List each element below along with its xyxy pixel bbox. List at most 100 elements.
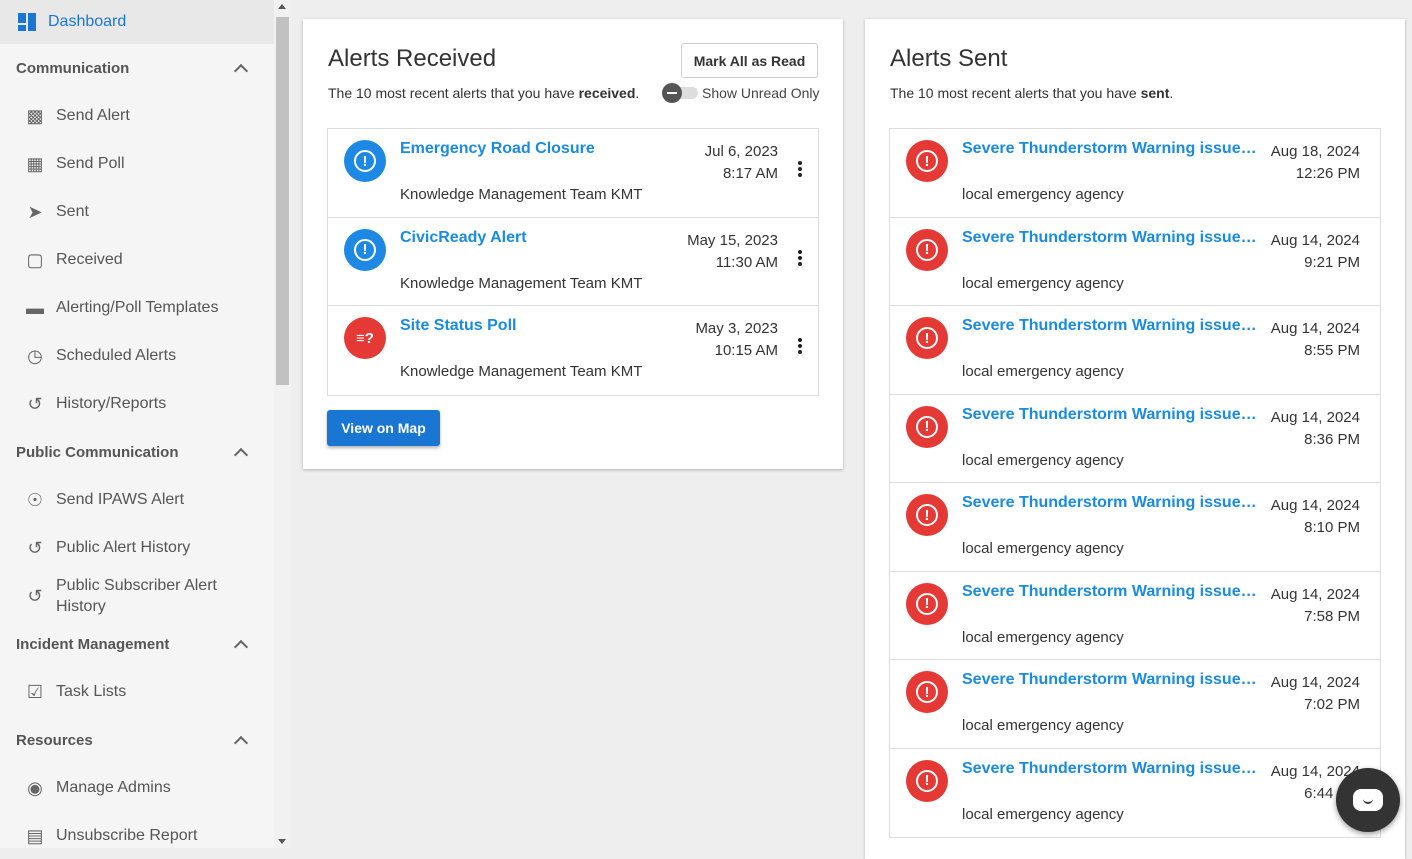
section-title: Communication bbox=[16, 59, 130, 77]
sidebar-item-history-reports[interactable]: ↺ History/Reports bbox=[0, 380, 274, 428]
sidebar-item-label: Sent bbox=[56, 203, 89, 220]
chevron-up-icon[interactable] bbox=[233, 639, 249, 654]
chat-icon bbox=[1353, 789, 1383, 811]
alert-sender: local emergency agency bbox=[962, 628, 1124, 646]
sidebar-item-sent[interactable]: ➤ Sent bbox=[0, 188, 274, 236]
alert-icon: ! bbox=[906, 140, 948, 182]
alert-timestamp: Aug 14, 2024 7:02 PM bbox=[1270, 674, 1360, 713]
show-unread-toggle[interactable]: Show Unread Only bbox=[662, 83, 820, 103]
alert-title-link[interactable]: Severe Thunderstorm Warning issued Augus… bbox=[962, 760, 1260, 778]
sidebar-item-task-lists[interactable]: ☑ Task Lists bbox=[0, 668, 274, 716]
chevron-up-icon[interactable] bbox=[233, 735, 249, 750]
chat-button[interactable] bbox=[1336, 768, 1400, 832]
sidebar-item-label: History/Reports bbox=[56, 395, 167, 412]
alerts-sent-card: Alerts Sent The 10 most recent alerts th… bbox=[865, 19, 1405, 859]
alert-title-link[interactable]: Emergency Road Closure bbox=[400, 140, 640, 158]
sent-alerts-list: ! Severe Thunderstorm Warning issued Augu… bbox=[889, 128, 1381, 838]
alert-title-link[interactable]: Severe Thunderstorm Warning issued Augus… bbox=[962, 671, 1260, 689]
sidebar-item-unsubscribe-report[interactable]: ▤ Unsubscribe Report bbox=[0, 812, 274, 848]
sidebar-item-public-alert-history[interactable]: ↺ Public Alert History bbox=[0, 524, 274, 572]
alert-title-link[interactable]: Severe Thunderstorm Warning issued Augus… bbox=[962, 229, 1260, 247]
inbox-icon: ▢ bbox=[26, 249, 44, 270]
alert-icon: ! bbox=[344, 228, 386, 271]
sidebar-item-label: Alerting/Poll Templates bbox=[56, 299, 219, 316]
scroll-down-arrow-icon[interactable] bbox=[278, 839, 286, 844]
alerts-received-title: Alerts Received bbox=[328, 45, 497, 72]
sidebar-item-send-alert[interactable]: ▩ Send Alert bbox=[0, 92, 274, 140]
received-alert-row[interactable]: ! Emergency Road Closure Jul 6, 2023 8:17 A… bbox=[328, 129, 818, 218]
alert-title-link[interactable]: Site Status Poll bbox=[400, 317, 640, 335]
more-options-icon[interactable] bbox=[798, 338, 802, 354]
alert-timestamp: May 3, 2023 10:15 AM bbox=[695, 320, 778, 359]
alerts-received-subtitle: The 10 most recent alerts that you have … bbox=[328, 85, 640, 101]
bar-chart-icon: ▦ bbox=[26, 153, 44, 174]
view-on-map-button[interactable]: View on Map bbox=[327, 410, 440, 446]
more-options-icon[interactable] bbox=[798, 161, 802, 177]
sidebar-item-scheduled-alerts[interactable]: ◷ Scheduled Alerts bbox=[0, 332, 274, 380]
alerts-sent-subtitle: The 10 most recent alerts that you have … bbox=[890, 85, 1174, 101]
sidebar-item-send-ipaws-alert[interactable]: ☉ Send IPAWS Alert bbox=[0, 476, 274, 524]
sent-alert-row[interactable]: ! Severe Thunderstorm Warning issued Augu… bbox=[890, 218, 1380, 306]
alert-title-link[interactable]: Severe Thunderstorm Warning issued Augus… bbox=[962, 317, 1260, 335]
toggle-switch[interactable] bbox=[662, 83, 698, 103]
sidebar-scrollbar[interactable] bbox=[274, 0, 291, 848]
chevron-up-icon[interactable] bbox=[233, 63, 249, 78]
alerts-sent-title: Alerts Sent bbox=[890, 45, 1008, 72]
alert-message-icon: ▩ bbox=[26, 105, 44, 126]
sent-alert-row[interactable]: ! Severe Thunderstorm Warning issued Augu… bbox=[890, 749, 1380, 838]
alert-timestamp: Aug 14, 2024 8:10 PM bbox=[1270, 497, 1360, 536]
alert-title-link[interactable]: Severe Thunderstorm Warning issued Augus… bbox=[962, 406, 1260, 424]
broadcast-icon: ☉ bbox=[26, 489, 44, 510]
sidebar-item-label: Send IPAWS Alert bbox=[56, 491, 185, 508]
sidebar-item-label: Public Subscriber Alert History bbox=[56, 577, 217, 615]
alert-sender: local emergency agency bbox=[962, 540, 1124, 557]
sidebar-section-header[interactable]: Public Communication bbox=[0, 428, 274, 476]
sent-alert-row[interactable]: ! Severe Thunderstorm Warning issued Augu… bbox=[890, 660, 1380, 749]
sidebar-item-received[interactable]: ▢ Received bbox=[0, 236, 274, 284]
sidebar-item-label: Unsubscribe Report bbox=[56, 827, 198, 844]
scroll-up-arrow-icon[interactable] bbox=[278, 4, 286, 9]
dashboard-icon bbox=[18, 13, 36, 31]
sidebar-item-manage-admins[interactable]: ◉ Manage Admins bbox=[0, 764, 274, 812]
alert-sender: Knowledge Management Team KMT bbox=[400, 274, 643, 292]
received-alerts-list: ! Emergency Road Closure Jul 6, 2023 8:17 A… bbox=[327, 128, 819, 396]
more-options-icon[interactable] bbox=[798, 249, 802, 266]
section-title: Incident Management bbox=[16, 635, 170, 653]
clock-icon: ◷ bbox=[27, 345, 43, 366]
sidebar-item-dashboard[interactable]: Dashboard bbox=[0, 0, 274, 44]
scrollbar-thumb[interactable] bbox=[276, 17, 289, 385]
send-icon: ➤ bbox=[27, 201, 43, 222]
history-icon: ↺ bbox=[27, 393, 43, 414]
alert-timestamp: Aug 14, 2024 7:58 PM bbox=[1270, 585, 1360, 625]
sidebar-section-header[interactable]: Incident Management bbox=[0, 620, 274, 668]
sidebar-item-public-subscriber-alert-history[interactable]: ↺ Public Subscriber Alert History bbox=[0, 572, 274, 620]
alert-sender: Knowledge Management Team KMT bbox=[400, 363, 643, 380]
sidebar-item-label: Send Poll bbox=[56, 155, 125, 172]
section-title: Resources bbox=[16, 731, 93, 749]
admins-icon: ◉ bbox=[27, 777, 43, 798]
alert-icon: ! bbox=[906, 494, 948, 536]
sent-alert-row[interactable]: ! Severe Thunderstorm Warning issued Augu… bbox=[890, 395, 1380, 483]
alert-icon: ! bbox=[906, 228, 948, 271]
alert-icon: ! bbox=[906, 317, 948, 359]
alert-icon: ! bbox=[906, 405, 948, 448]
received-alert-row[interactable]: ≡? Site Status Poll May 3, 2023 10:15 AM Kno… bbox=[328, 306, 818, 395]
alert-title-link[interactable]: Severe Thunderstorm Warning issued Augus… bbox=[962, 583, 1260, 601]
sent-alert-row[interactable]: ! Severe Thunderstorm Warning issued Augu… bbox=[890, 306, 1380, 395]
sidebar-section-header[interactable]: Resources bbox=[0, 716, 274, 764]
sidebar-item-send-poll[interactable]: ▦ Send Poll bbox=[0, 140, 274, 188]
chevron-up-icon[interactable] bbox=[233, 447, 249, 462]
alert-title-link[interactable]: Severe Thunderstorm Warning issued Augus… bbox=[962, 140, 1260, 158]
sidebar-item-alerting-poll-templates[interactable]: ▬ Alerting/Poll Templates bbox=[0, 284, 274, 332]
mark-all-read-button[interactable]: Mark All as Read bbox=[681, 43, 818, 78]
sidebar-section-header[interactable]: Communication bbox=[0, 44, 274, 92]
alert-title-link[interactable]: CivicReady Alert bbox=[400, 229, 640, 247]
sent-alert-row[interactable]: ! Severe Thunderstorm Warning issued Augu… bbox=[890, 572, 1380, 660]
sent-alert-row[interactable]: ! Severe Thunderstorm Warning issued Augu… bbox=[890, 129, 1380, 218]
sidebar-item-label: Public Alert History bbox=[56, 539, 191, 556]
sidebar-item-label: Manage Admins bbox=[56, 779, 171, 796]
received-alert-row[interactable]: ! CivicReady Alert May 15, 2023 11:30 AM Kno… bbox=[328, 218, 818, 306]
sent-alert-row[interactable]: ! Severe Thunderstorm Warning issued Augu… bbox=[890, 483, 1380, 572]
alert-sender: Knowledge Management Team KMT bbox=[400, 186, 643, 203]
alert-title-link[interactable]: Severe Thunderstorm Warning issued Augus… bbox=[962, 494, 1260, 512]
